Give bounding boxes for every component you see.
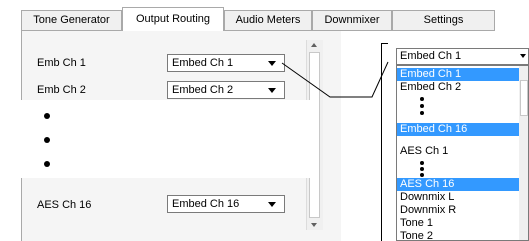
option-embed-ch-1[interactable]: Embed Ch 1 [397,68,519,81]
ellipsis-dot [420,173,424,177]
ellipsis-dot [420,97,424,101]
chevron-down-icon [520,54,526,58]
dropdown-scrollbar-thumb[interactable] [520,80,528,116]
ellipsis-dot [420,167,424,171]
option-aes-ch-16[interactable]: AES Ch 16 [397,178,519,191]
expanded-select-header[interactable]: Embed Ch 1 [396,48,529,65]
tab-output-routing[interactable]: Output Routing [122,7,224,31]
ellipsis-dot [420,161,424,165]
callout-bracket [381,43,388,241]
option-tone-1[interactable]: Tone 1 [397,217,519,230]
option-tone-2[interactable]: Tone 2 [397,230,519,240]
option-embed-ch-2[interactable]: Embed Ch 2 [397,81,519,94]
option-downmix-r[interactable]: Downmix R [397,204,519,217]
dropdown-scrollbar[interactable] [519,66,528,240]
option-embed-ch-16[interactable]: Embed Ch 16 [397,123,519,136]
ellipsis-dot [420,111,424,115]
dropdown-option-list: Embed Ch 1 Embed Ch 2 Embed Ch 16 AES Ch… [396,65,529,241]
ellipsis-dot [420,104,424,108]
expanded-select-value: Embed Ch 1 [400,50,462,62]
option-aes-ch-1[interactable]: AES Ch 1 [397,145,519,158]
option-downmix-l[interactable]: Downmix L [397,191,519,204]
